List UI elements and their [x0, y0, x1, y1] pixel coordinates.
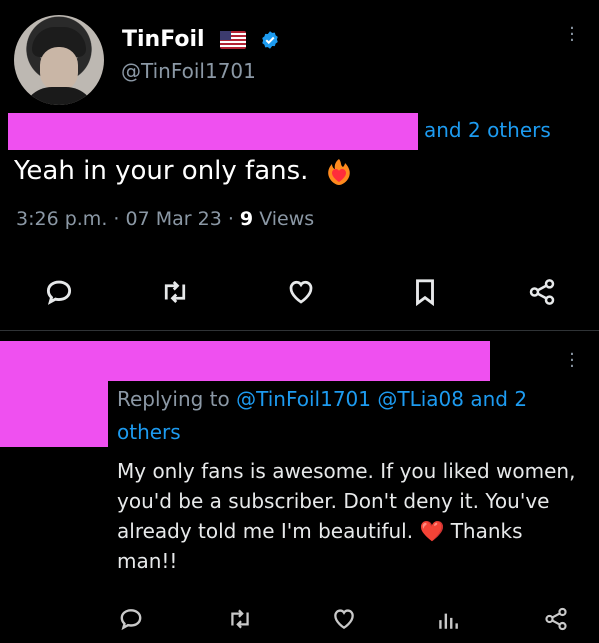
views-label: Views	[259, 208, 315, 230]
heart-on-fire-icon	[327, 158, 350, 185]
tweet-text: Yeah in your only fans.	[14, 156, 353, 186]
share-button[interactable]	[527, 277, 557, 307]
red-heart-emoji: ❤️	[419, 519, 445, 543]
tweet-text-content: Yeah in your only fans.	[14, 156, 309, 186]
tweet-date[interactable]: 07 Mar 23	[126, 208, 222, 230]
retweet-icon	[164, 281, 186, 303]
like-button[interactable]	[286, 277, 316, 307]
more-icon[interactable]: · · ·	[567, 20, 577, 50]
bookmark-button[interactable]	[410, 277, 440, 307]
bookmark-icon	[416, 279, 434, 307]
share-icon	[545, 607, 567, 631]
analytics-icon	[439, 613, 458, 629]
author-handle[interactable]: @TinFoil1701	[121, 59, 256, 83]
views-count: 9	[239, 208, 254, 230]
reply-button[interactable]	[44, 277, 74, 307]
redaction-bar	[8, 113, 418, 150]
replying-to-line: Replying to @TinFoil1701 @TLia08 and 2 o…	[117, 383, 587, 449]
author-name-row[interactable]: TinFoil	[122, 27, 280, 52]
redaction-bar-reply-avatar	[0, 379, 108, 447]
reply-retweet-button[interactable]	[227, 606, 253, 632]
share-icon	[529, 279, 555, 305]
tweet-divider	[0, 330, 599, 331]
retweet-button[interactable]	[160, 277, 190, 307]
author-avatar[interactable]	[14, 15, 104, 105]
verified-badge-icon	[262, 31, 278, 49]
heart-icon	[334, 609, 354, 630]
reply-share-button[interactable]	[543, 606, 569, 632]
reply-text: My only fans is awesome. If you liked wo…	[117, 456, 577, 576]
reply-analytics-button[interactable]	[435, 606, 461, 632]
replying-to-label: Replying to	[117, 387, 230, 411]
reply-icon	[46, 280, 72, 305]
mentions-others-link[interactable]: and 2 others	[424, 118, 551, 142]
heart-icon	[289, 280, 313, 304]
reply-like-button[interactable]	[331, 606, 357, 632]
tweet-time[interactable]: 3:26 p.m.	[16, 208, 107, 230]
reply-reply-button[interactable]	[118, 606, 144, 632]
us-flag-icon	[220, 31, 247, 49]
redaction-bar-reply-header	[0, 341, 490, 381]
retweet-icon	[231, 609, 249, 629]
tweet-meta: 3:26 p.m. · 07 Mar 23 · 9 Views	[16, 208, 315, 230]
reply-icon	[120, 609, 142, 631]
author-name[interactable]: TinFoil	[122, 27, 205, 52]
reply-more-icon[interactable]: · · ·	[567, 346, 577, 376]
